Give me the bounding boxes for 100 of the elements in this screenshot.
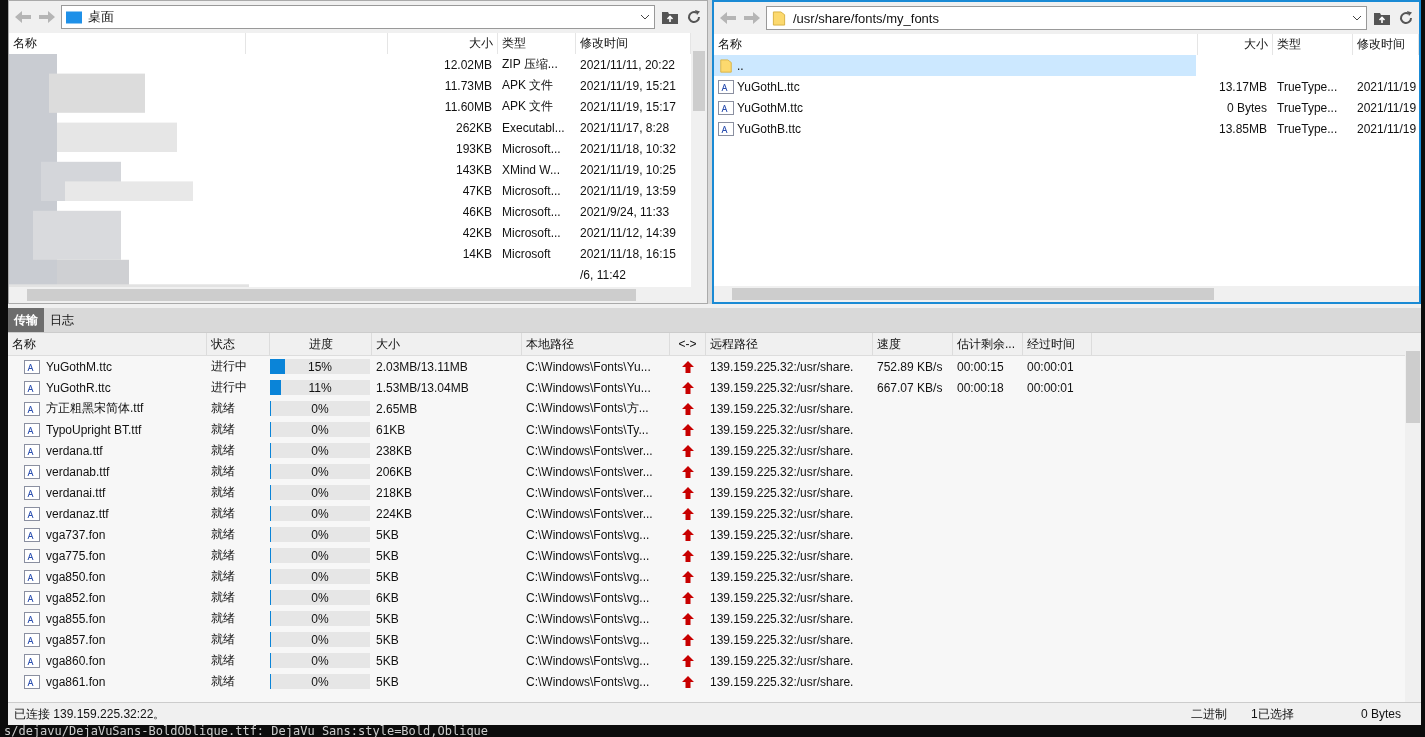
file-row[interactable]: YuGothL.ttc [714,76,1198,97]
file-size: 12.02MB [442,57,493,72]
forward-arrow-icon[interactable] [37,9,57,25]
file-name: vga852.fon [46,590,106,605]
transfer-size: 5KB [375,674,400,689]
back-arrow-icon[interactable] [718,10,738,26]
remote-path: 139.159.225.32:/usr/share. [709,632,855,647]
column-header[interactable]: 经过时间 [1023,333,1092,355]
transfer-status: 就绪 [210,484,236,501]
up-arrow-icon [682,675,694,688]
forward-arrow-icon[interactable] [742,10,762,26]
modified-time: 2021/11/18, 10:32 [579,141,677,156]
horizontal-scrollbar[interactable] [714,286,1419,302]
modified-time: 2021/11/17, 8:28 [579,120,671,135]
file-size: 0 Bytes [1225,100,1268,115]
font-file-icon [24,611,40,626]
transfer-status: 进行中 [210,379,248,396]
file-row[interactable]: YuGothM.ttc [714,97,1198,118]
column-header[interactable]: 进度 [270,333,372,355]
column-header[interactable]: 本地路径 [522,333,670,355]
file-type: Microsoft... [501,204,562,219]
transfer-status: 就绪 [210,421,236,438]
transfer-status: 就绪 [210,400,236,417]
terminal-line: s/dejavu/DejaVuSans-BoldOblique.ttf: DejaVu Sans:style=Bold,Oblique [3,725,490,737]
transfer-size: 1.53MB/13.04MB [375,380,470,395]
back-arrow-icon[interactable] [13,9,33,25]
progress-percent: 15% [308,359,332,374]
column-header[interactable]: 类型 [1273,34,1353,55]
column-header[interactable]: 状态 [207,333,270,355]
remote-path: 139.159.225.32:/usr/share. [709,506,855,521]
remote-path: 139.159.225.32:/usr/share. [709,485,855,500]
column-header[interactable]: 大小 [388,33,498,54]
column-header[interactable]: 速度 [873,333,953,355]
transfer-status: 就绪 [210,673,236,690]
remote-path: 139.159.225.32:/usr/share. [709,401,855,416]
file-row[interactable]: .. [714,55,1196,76]
remote-path: 139.159.225.32:/usr/share. [709,359,855,374]
remote-path: 139.159.225.32:/usr/share. [709,674,855,689]
transfer-size: 5KB [375,548,400,563]
file-type: Microsoft... [501,183,562,198]
refresh-icon[interactable] [1397,10,1415,26]
up-arrow-icon [682,444,694,457]
transfer-speed: 752.89 KB/s [876,359,944,374]
file-size: 262KB [454,120,493,135]
file-row[interactable]: YuGothB.ttc [714,118,1198,139]
font-file-icon [24,548,40,563]
path-field[interactable]: 桌面 [61,5,655,29]
dropdown-caret-icon[interactable] [1352,15,1362,21]
file-name: verdana.ttf [46,443,103,458]
refresh-icon[interactable] [685,9,703,25]
tab[interactable]: 传输 [8,308,44,332]
up-arrow-icon [682,633,694,646]
modified-time: 2021/11/19, 10:25 [579,162,677,177]
file-name: vga850.fon [46,569,106,584]
transfer-status: 就绪 [210,631,236,648]
column-header[interactable]: 名称 [8,333,207,355]
modified-time: 2021/11/19 [1356,79,1418,94]
column-header[interactable]: 类型 [498,33,576,54]
progress-percent: 0% [311,401,329,416]
file-name: vga775.fon [46,548,106,563]
column-header[interactable]: 远程路径 [706,333,873,355]
modified-time: /6, 11:42 [579,267,627,282]
transfer-size: 61KB [375,422,407,437]
column-header[interactable]: 大小 [372,333,522,355]
parent-folder-icon[interactable] [661,9,679,25]
remote-path: 139.159.225.32:/usr/share. [709,527,855,542]
font-file-icon [718,100,734,115]
tab[interactable]: 日志 [44,308,80,332]
column-header[interactable]: <-> [670,333,706,355]
font-file-icon [718,79,734,94]
column-header[interactable]: 估计剩余... [953,333,1023,355]
transfer-size: 206KB [375,464,414,479]
transfer-status: 就绪 [210,610,236,627]
local-path: C:\Windows\Fonts\vg... [525,548,651,563]
modified-time: 2021/11/11, 20:22 [579,57,676,72]
local-path: C:\Windows\Fonts\vg... [525,569,651,584]
progress-percent: 0% [311,674,329,689]
horizontal-scrollbar[interactable] [9,287,707,303]
local-path: C:\Windows\Fonts\ver... [525,485,654,500]
font-file-icon [24,401,40,416]
dropdown-caret-icon[interactable] [640,14,650,20]
column-header[interactable]: 修改时间 [1353,34,1419,55]
file-type: Microsoft... [501,141,562,156]
progress-percent: 0% [311,464,329,479]
file-name: verdanaz.ttf [46,506,109,521]
transfer-status: 就绪 [210,526,236,543]
up-arrow-icon [682,360,694,373]
path-field[interactable]: /usr/share/fonts/my_fonts [766,6,1367,30]
transfer-size: 224KB [375,506,414,521]
parent-folder-icon[interactable] [1373,10,1391,26]
file-type: Microsoft [501,246,552,261]
file-name: YuGothM.ttc [46,359,113,374]
font-file-icon [24,527,40,542]
file-name: YuGothR.ttc [46,380,111,395]
local-path: C:\Windows\Fonts\vg... [525,653,651,668]
file-name: vga861.fon [46,674,106,689]
modified-time: 2021/11/19 [1356,100,1418,115]
vertical-scrollbar[interactable] [1405,333,1421,702]
column-header[interactable]: 大小 [1198,34,1273,55]
remote-path: 139.159.225.32:/usr/share. [709,548,855,563]
